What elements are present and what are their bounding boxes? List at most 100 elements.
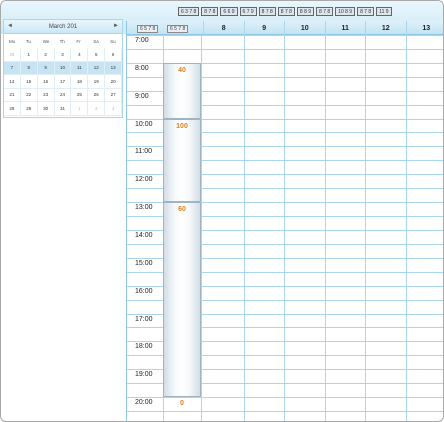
week-button[interactable]: 8 7 8 <box>201 7 219 16</box>
time-label: 20:00 <box>135 399 153 407</box>
week-button[interactable]: 8 8 9 <box>296 7 315 16</box>
calendar-day[interactable]: 22 <box>20 88 38 102</box>
weekday-label: Su <box>110 38 116 44</box>
capacity-block[interactable]: 40 <box>163 62 201 119</box>
time-label: 16:00 <box>135 287 153 295</box>
day-column-header[interactable]: 9 <box>243 21 285 35</box>
calendar-day[interactable]: 7 <box>4 61 21 75</box>
grid-line <box>127 410 443 412</box>
column-line <box>365 35 366 421</box>
capacity-value: 100 <box>176 122 188 130</box>
weekday-label: We <box>42 38 50 44</box>
calendar-day[interactable]: 12 <box>88 61 106 75</box>
time-label: 10:00 <box>135 120 153 128</box>
calendar-day[interactable]: 14 <box>4 75 21 89</box>
calendar-day[interactable]: 26 <box>88 88 106 102</box>
calendar-day[interactable]: 24 <box>54 88 72 102</box>
week-button[interactable]: 10 8 9 <box>335 7 356 16</box>
time-label: 8:00 <box>135 64 149 72</box>
calendar-day[interactable]: 28 <box>4 48 21 62</box>
time-label: 13:00 <box>135 204 153 212</box>
calendar-day[interactable]: 27 <box>105 88 122 102</box>
next-month-icon[interactable]: ► <box>113 23 119 29</box>
column-line <box>201 35 202 421</box>
calendar-day[interactable]: 18 <box>71 75 89 89</box>
calendar-day[interactable]: 25 <box>71 88 89 102</box>
week-button[interactable]: 6 3 7 8 <box>178 7 200 16</box>
calendar-day[interactable]: 31 <box>54 102 72 116</box>
calendar-day[interactable]: 2 <box>37 48 55 62</box>
weekday-label: Sa <box>93 38 99 44</box>
calendar-day[interactable]: 3 <box>105 102 122 116</box>
week-button[interactable]: 8 7 8 <box>357 7 375 16</box>
capacity-value-last: 0 <box>180 400 184 408</box>
date-range-box[interactable]: 6 5 7 8 <box>137 25 159 33</box>
column-line <box>405 35 407 421</box>
week-button[interactable]: 11 9 <box>376 7 392 16</box>
time-label: 12:00 <box>135 176 153 184</box>
calendar-month-title: March 201 <box>48 24 78 30</box>
week-button[interactable]: 8 7 8 <box>277 7 295 16</box>
calendar-weekday-row: Mo Tu We Th Fr Sa Su <box>4 34 122 48</box>
capacity-block[interactable]: 60 <box>163 202 201 398</box>
calendar-day[interactable]: 17 <box>54 75 72 89</box>
calendar-day[interactable]: 21 <box>4 88 21 102</box>
calendar-day[interactable]: 6 <box>105 48 122 62</box>
capacity-value: 60 <box>178 206 186 214</box>
calendar-day[interactable]: 29 <box>20 102 38 116</box>
calendar-day-grid: 28 1 2 3 4 5 6 7 8 9 10 11 12 13 14 15 16 17 18 19 20 21 22 23 2… <box>4 48 122 116</box>
week-button[interactable]: 6 7 9 <box>239 7 257 16</box>
week-button[interactable]: 8 7 8 <box>316 7 334 16</box>
capacity-value: 40 <box>178 66 186 74</box>
column-line <box>243 35 245 421</box>
capacity-block[interactable]: 100 <box>163 118 201 203</box>
calendar-day[interactable]: 4 <box>71 48 89 62</box>
calendar-day[interactable]: 10 <box>54 61 72 75</box>
calendar-day[interactable]: 19 <box>88 75 106 89</box>
calendar-day[interactable]: 1 <box>71 102 89 116</box>
time-label: 9:00 <box>135 92 149 100</box>
date-range-box-secondary[interactable]: 6 5 7 8 <box>167 25 189 33</box>
week-button[interactable]: 8 7 8 <box>258 7 276 16</box>
time-label: 11:00 <box>135 148 152 156</box>
week-navigation-strip: 6 3 7 88 7 86 6 96 7 98 7 88 7 88 8 98 7… <box>178 7 392 16</box>
grid-line <box>127 48 443 50</box>
scheduler-window: ◄ March 201 ► Mo Tu We Th Fr Sa Su 28 1 2 3 4 5 6 7 8 9… <box>0 0 444 422</box>
calendar-day[interactable]: 28 <box>4 102 21 116</box>
time-label: 15:00 <box>135 259 153 267</box>
calendar-day[interactable]: 13 <box>105 61 122 75</box>
mini-calendar: ◄ March 201 ► Mo Tu We Th Fr Sa Su 28 1 2 3 4 5 6 7 8 9… <box>3 19 123 118</box>
calendar-day[interactable]: 3 <box>54 48 72 62</box>
calendar-day[interactable]: 11 <box>71 61 89 75</box>
calendar-day[interactable]: 30 <box>37 102 55 116</box>
day-column-header[interactable]: 12 <box>365 21 406 35</box>
calendar-day[interactable]: 8 <box>20 61 38 75</box>
column-line <box>324 35 326 421</box>
calendar-day[interactable]: 16 <box>37 75 55 89</box>
calendar-day[interactable]: 15 <box>20 75 38 89</box>
calendar-day[interactable]: 20 <box>105 75 122 89</box>
time-label: 19:00 <box>135 371 153 379</box>
day-column-header[interactable]: 11 <box>324 21 366 35</box>
calendar-day[interactable]: 23 <box>37 88 55 102</box>
calendar-header: ◄ March 201 ► <box>4 20 122 34</box>
grid-line <box>127 397 443 399</box>
time-label: 7:00 <box>135 37 149 44</box>
time-label: 14:00 <box>135 231 153 239</box>
week-button[interactable]: 6 6 9 <box>220 7 238 16</box>
column-line <box>284 35 285 421</box>
weekday-label: Th <box>59 38 65 44</box>
day-column-header[interactable]: 8 <box>203 21 244 35</box>
weekday-label: Fr <box>76 38 81 44</box>
day-column-header[interactable]: 13 <box>405 21 444 35</box>
grid-line <box>127 35 443 36</box>
calendar-day[interactable]: 2 <box>88 102 106 116</box>
calendar-day[interactable]: 9 <box>37 61 55 75</box>
weekday-label: Tu <box>25 38 31 44</box>
weekday-label: Mo <box>9 38 16 44</box>
calendar-day[interactable]: 1 <box>20 48 38 62</box>
day-header-row: 6 5 7 8 6 5 7 8 8 9 10 11 12 13 <box>127 21 444 35</box>
calendar-day[interactable]: 5 <box>88 48 106 62</box>
time-label: 17:00 <box>135 315 153 323</box>
day-column-header[interactable]: 10 <box>284 21 325 35</box>
